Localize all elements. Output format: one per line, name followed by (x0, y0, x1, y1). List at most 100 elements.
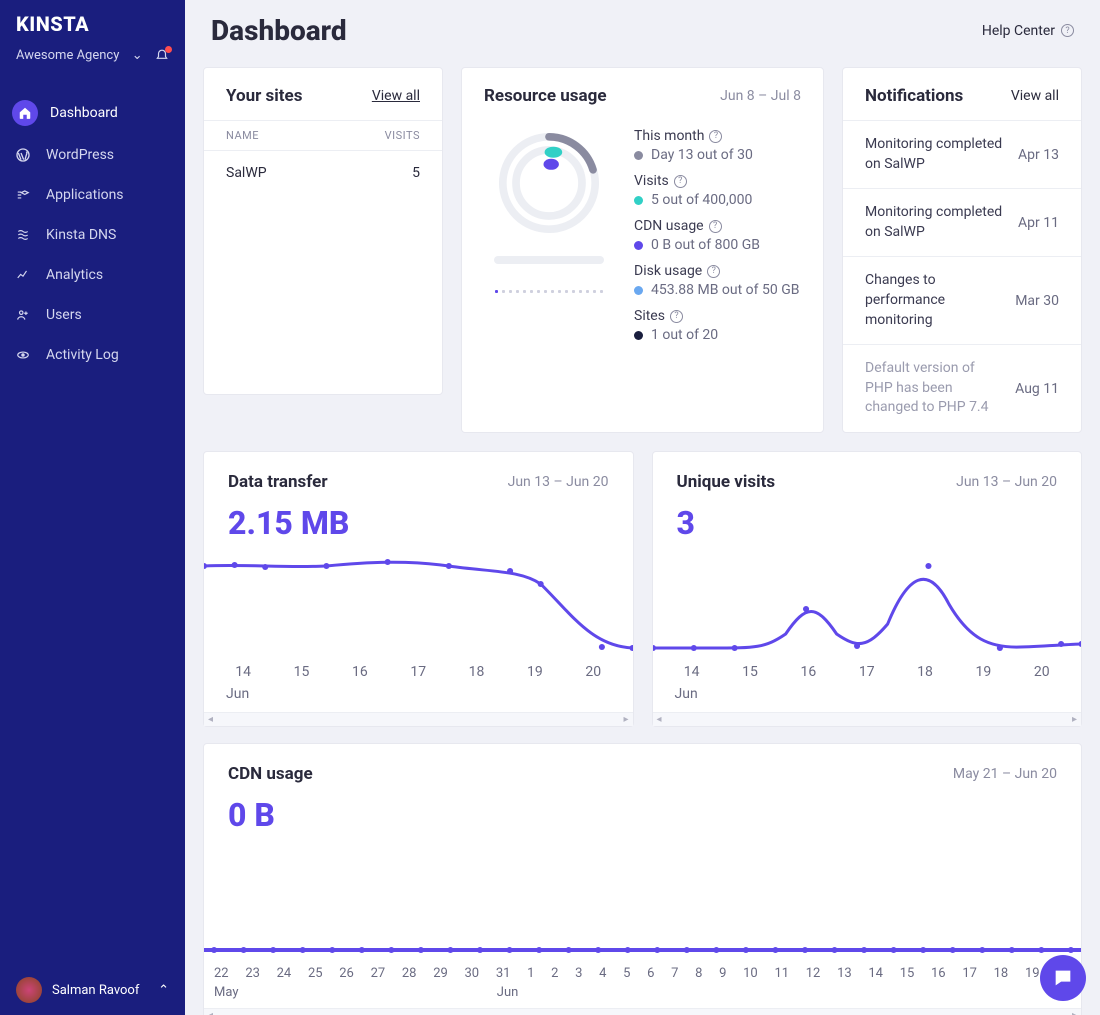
date-range: May 21 – Jun 20 (953, 766, 1057, 782)
axis-tick: 31 (496, 966, 511, 981)
x-axis-month: Jun (653, 686, 1082, 712)
nav-label: Analytics (46, 267, 103, 283)
resource-usage-card: Resource usage Jun 8 – Jul 8 (461, 67, 824, 433)
page-title: Dashboard (211, 14, 347, 47)
topbar: Dashboard Help Center ? (185, 0, 1100, 57)
info-icon[interactable]: ? (707, 265, 720, 278)
notifications-bell-icon[interactable] (155, 49, 169, 63)
applications-icon (12, 184, 34, 206)
date-range: Jun 13 – Jun 20 (956, 474, 1057, 490)
view-all-link[interactable]: View all (1011, 88, 1059, 104)
sidebar-item-users[interactable]: Users (0, 295, 185, 335)
axis-tick: 22 (214, 966, 229, 981)
axis-tick: 18 (469, 664, 485, 680)
notification-row[interactable]: Changes to performance monitoringMar 30 (843, 256, 1081, 344)
info-icon[interactable]: ? (709, 130, 722, 143)
cdn-usage-chart (204, 846, 1081, 956)
sidebar-item-dashboard[interactable]: Dashboard (0, 91, 185, 135)
axis-tick: 12 (806, 966, 821, 981)
users-icon (12, 304, 34, 326)
date-range: Jun 8 – Jul 8 (720, 88, 801, 104)
axis-tick: 18 (917, 664, 933, 680)
axis-tick: 5 (623, 966, 630, 981)
axis-tick: 9 (719, 966, 726, 981)
notification-row[interactable]: Monitoring completed on SalWPApr 13 (843, 120, 1081, 188)
info-icon[interactable]: ? (709, 220, 722, 233)
nav-label: Dashboard (50, 105, 118, 121)
axis-tick: 15 (900, 966, 915, 981)
info-icon[interactable]: ? (670, 310, 683, 323)
axis-tick: 19 (976, 664, 992, 680)
chevron-down-icon: ⌄ (132, 48, 143, 63)
axis-tick: 17 (410, 664, 426, 680)
axis-tick: 13 (837, 966, 852, 981)
site-name: SalWP (226, 165, 267, 181)
axis-tick: 16 (800, 664, 816, 680)
notification-row[interactable]: Default version of PHP has been changed … (843, 344, 1081, 432)
user-menu[interactable]: Salman Ravoof ⌃ (0, 965, 185, 1015)
chat-icon (1052, 967, 1074, 989)
month-label: Jun (497, 985, 519, 1000)
dns-icon (12, 224, 34, 246)
card-title: Data transfer (228, 472, 328, 492)
sidebar-item-dns[interactable]: Kinsta DNS (0, 215, 185, 255)
x-axis-months: May Jun (204, 985, 1081, 1008)
info-icon[interactable]: ? (674, 175, 687, 188)
nav-label: Kinsta DNS (46, 227, 116, 243)
sidebar-item-analytics[interactable]: Analytics (0, 255, 185, 295)
notification-row[interactable]: Monitoring completed on SalWPApr 11 (843, 188, 1081, 256)
user-name: Salman Ravoof (52, 983, 139, 998)
chart-scrollbar[interactable]: ◂▸ (653, 712, 1082, 726)
notifications-card: Notifications View all Monitoring comple… (842, 67, 1082, 433)
chart-scrollbar[interactable]: ◂▸ (204, 712, 633, 726)
card-title: Unique visits (677, 472, 776, 492)
metric-value: 0 B (204, 792, 1081, 846)
analytics-icon (12, 264, 34, 286)
axis-tick: 28 (402, 966, 417, 981)
cdn-usage-card: CDN usage May 21 – Jun 20 0 B 2223242526… (203, 743, 1082, 1015)
chart-scrollbar[interactable]: ◂▸ (204, 1008, 1081, 1015)
your-sites-card: Your sites View all NAME VISITS SalWP 5 (203, 67, 443, 395)
sidebar-item-activity-log[interactable]: Activity Log (0, 335, 185, 375)
nav-label: Users (46, 307, 82, 323)
metric-value: 3 (653, 500, 1082, 554)
axis-tick: 26 (339, 966, 354, 981)
axis-tick: 1 (527, 966, 534, 981)
activity-log-icon (12, 344, 34, 366)
axis-tick: 8 (695, 966, 702, 981)
axis-tick: 16 (931, 966, 946, 981)
card-title: CDN usage (228, 764, 313, 784)
chat-launcher-button[interactable] (1040, 955, 1086, 1001)
table-row[interactable]: SalWP 5 (204, 151, 442, 195)
home-icon (12, 100, 38, 126)
sidebar-item-applications[interactable]: Applications (0, 175, 185, 215)
primary-nav: Dashboard WordPress Applications Kinsta … (0, 91, 185, 375)
axis-tick: 20 (585, 664, 601, 680)
axis-tick: 14 (235, 664, 251, 680)
resource-metric: CDN usage? 0 B out of 800 GB (634, 218, 801, 253)
resource-donut-chart (494, 128, 604, 238)
nav-label: WordPress (46, 147, 114, 163)
axis-tick: 2 (551, 966, 558, 981)
site-visits: 5 (412, 165, 420, 181)
axis-tick: 15 (742, 664, 758, 680)
axis-tick: 7 (671, 966, 678, 981)
carousel-pager[interactable] (495, 290, 603, 293)
axis-tick: 15 (294, 664, 310, 680)
x-axis-month: Jun (204, 686, 633, 712)
axis-tick: 16 (352, 664, 368, 680)
view-all-link[interactable]: View all (372, 88, 420, 104)
nav-label: Activity Log (46, 347, 119, 363)
main-content: Dashboard Help Center ? Your sites View … (185, 0, 1100, 1015)
sidebar-item-wordpress[interactable]: WordPress (0, 135, 185, 175)
axis-tick: 17 (859, 664, 875, 680)
x-axis: 14151617181920 (653, 654, 1082, 686)
agency-switcher[interactable]: Awesome Agency ⌄ (0, 44, 185, 79)
chevron-up-icon: ⌃ (158, 983, 169, 998)
notification-list: Monitoring completed on SalWPApr 13Monit… (843, 120, 1081, 432)
sidebar: KINSTA Awesome Agency ⌄ Dashboard WordPr… (0, 0, 185, 1015)
x-axis: 14151617181920 (204, 654, 633, 686)
axis-tick: 25 (308, 966, 323, 981)
help-center-link[interactable]: Help Center ? (982, 23, 1074, 39)
resource-metric: This month? Day 13 out of 30 (634, 128, 801, 163)
